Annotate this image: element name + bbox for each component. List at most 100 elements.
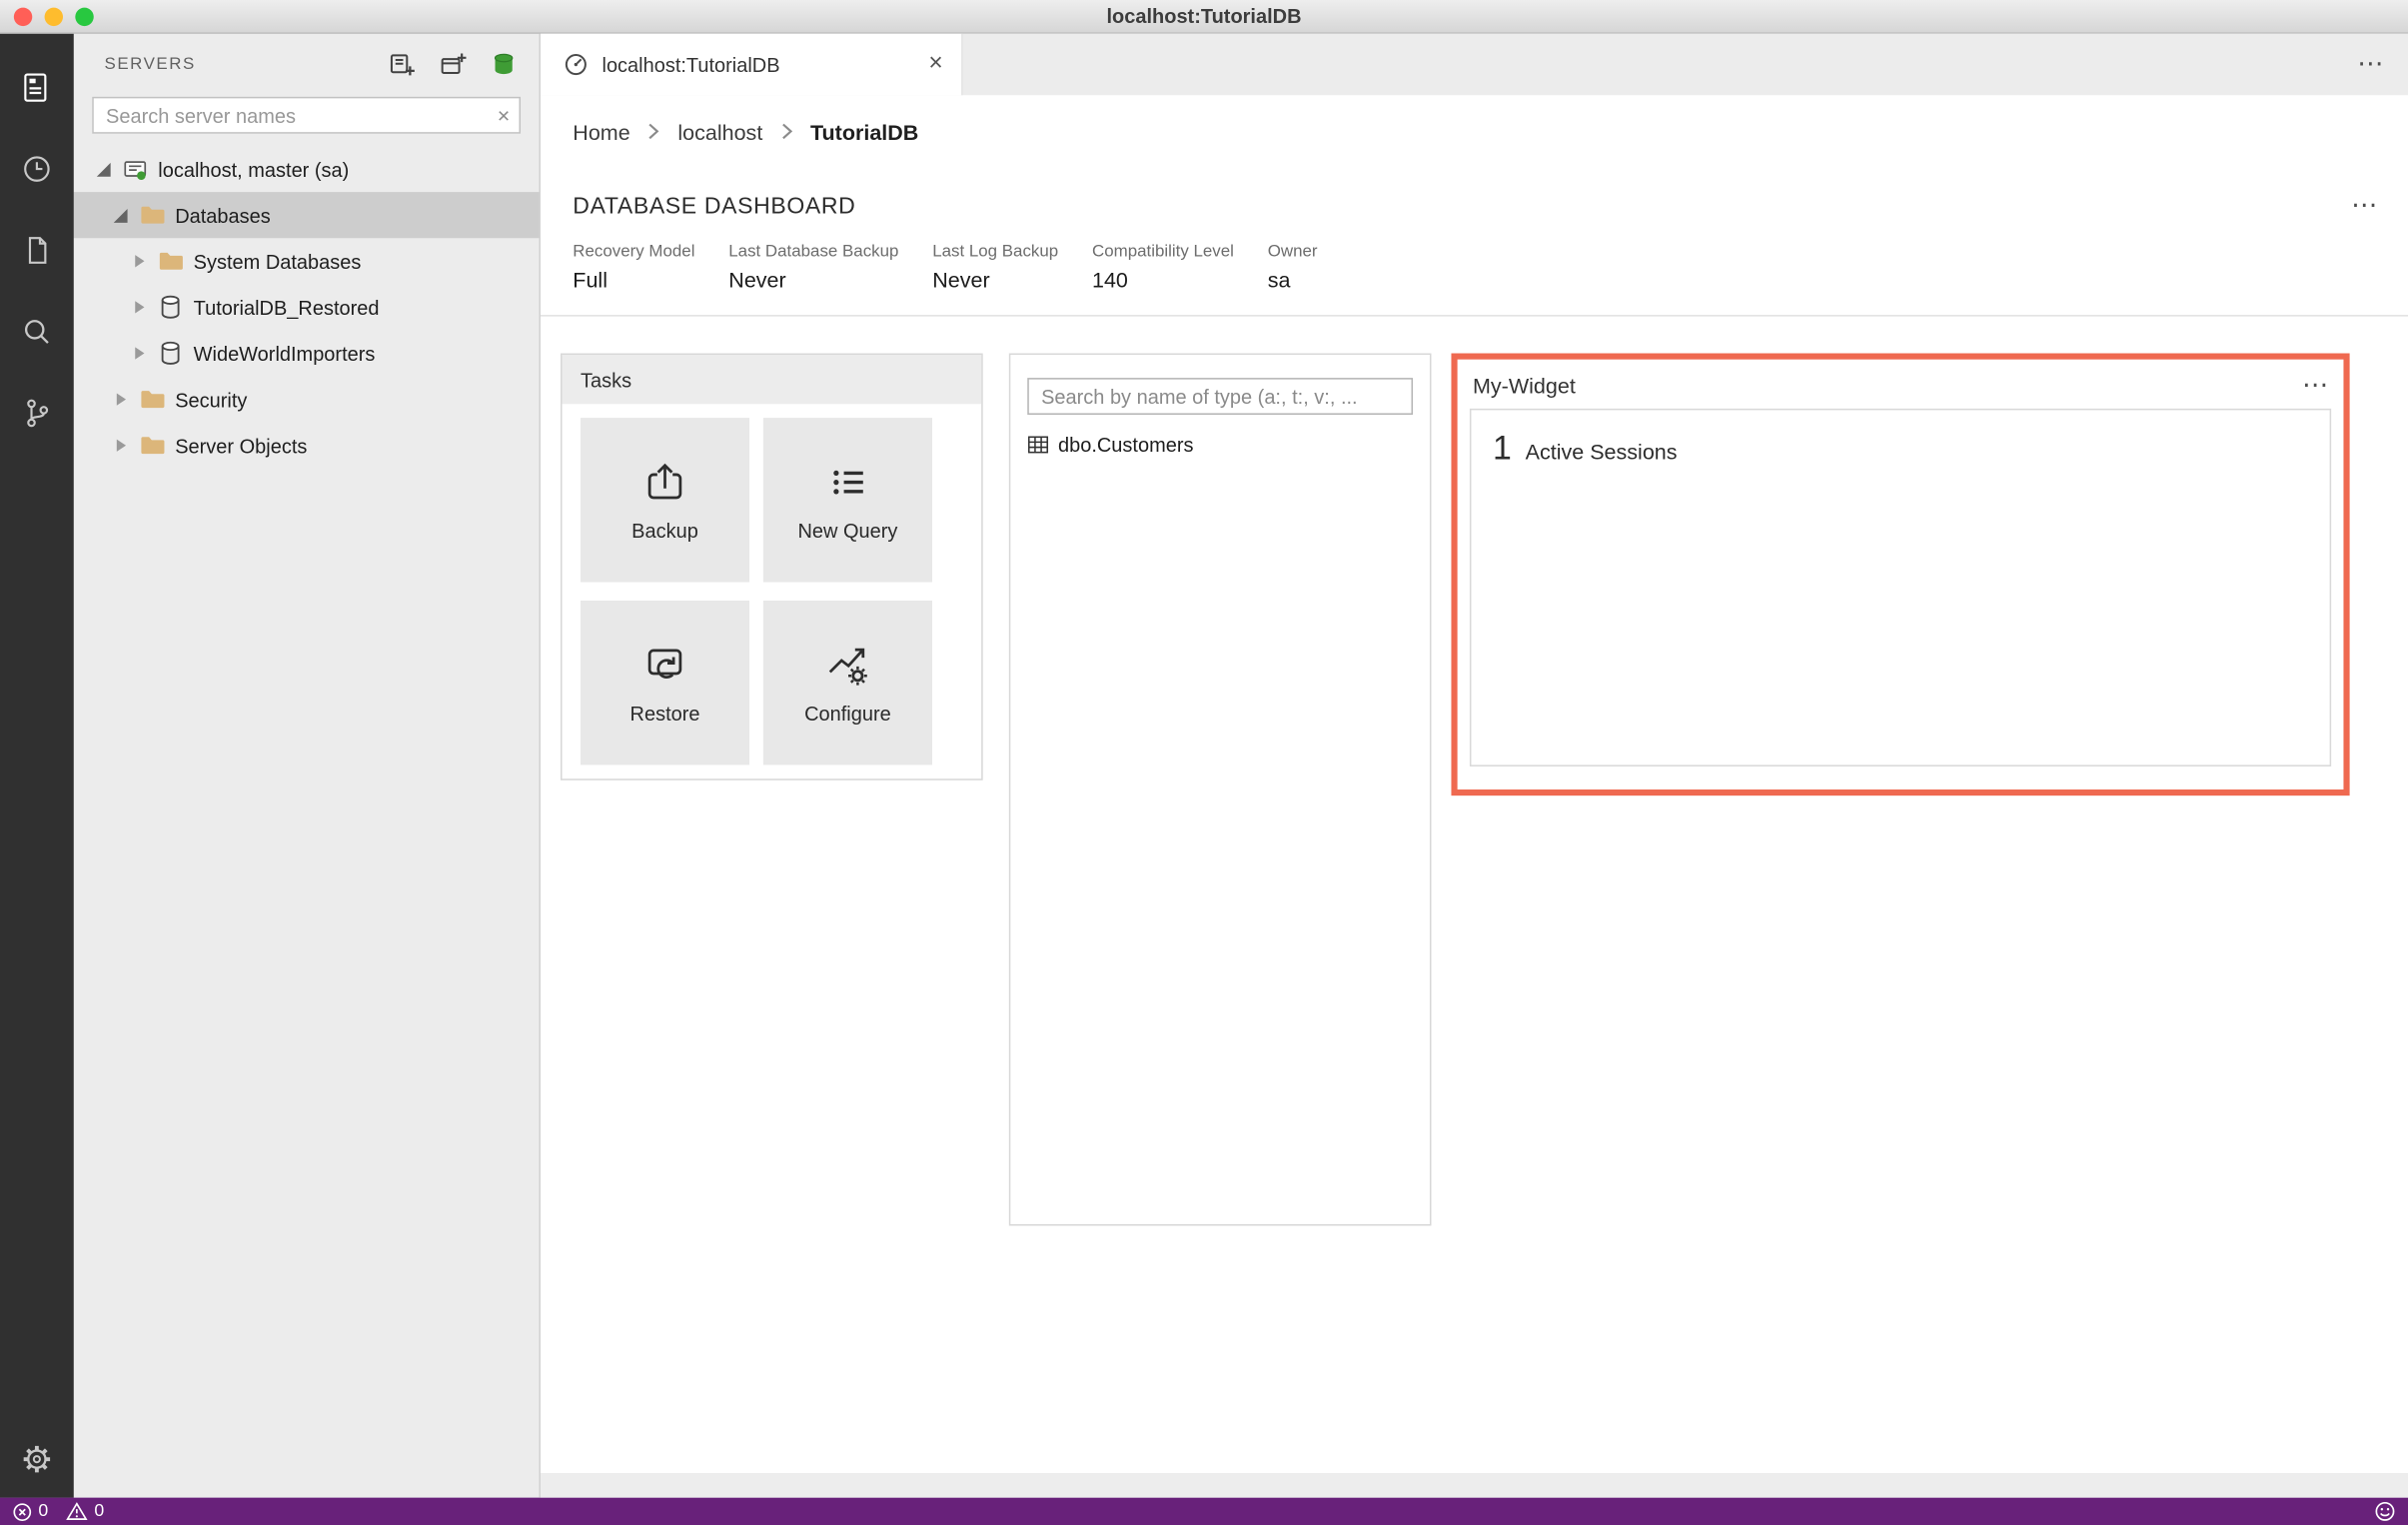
source-control-icon (27, 398, 49, 427)
active-sessions-count: 1 (1492, 428, 1512, 468)
window-title: localhost:TutorialDB (1106, 4, 1302, 28)
explorer-widget: dbo.Customers (1008, 353, 1432, 1226)
my-widget-more-button[interactable]: ⋯ (2302, 370, 2328, 401)
server-icon (121, 157, 149, 182)
folder-icon (138, 433, 166, 458)
sidebar-header: SERVERS (74, 34, 540, 95)
horizontal-scrollbar[interactable] (541, 1472, 2408, 1498)
tree-item-tutorialdb-restored[interactable]: TutorialDB_Restored (74, 284, 540, 330)
breadcrumb-home[interactable]: Home (573, 119, 629, 144)
editor-actions-button[interactable]: ⋯ (2357, 34, 2408, 95)
dashboard-body: Tasks Backup New Query Restore Configure… (541, 317, 2408, 1498)
servers-icon (24, 72, 47, 101)
sidebar-title: SERVERS (104, 55, 196, 74)
server-search-input[interactable] (92, 96, 522, 134)
warning-count: 0 (94, 1502, 105, 1521)
tree-item-label: Server Objects (175, 434, 308, 458)
activity-bar (0, 33, 74, 1498)
tab-localhost-tutorialdb[interactable]: localhost:TutorialDB × (541, 33, 963, 96)
breadcrumb-localhost[interactable]: localhost (677, 119, 762, 144)
window-controls (13, 7, 94, 27)
active-connections-icon (494, 53, 514, 75)
task-label: Configure (804, 702, 891, 726)
chevron-collapsed-icon[interactable] (131, 298, 151, 316)
chevron-collapsed-icon[interactable] (131, 252, 151, 270)
minimize-window-button[interactable] (44, 7, 64, 27)
dashboard-icon (565, 54, 587, 76)
source-control-activity-button[interactable] (0, 372, 74, 453)
search-icon (24, 319, 49, 344)
servers-activity-button[interactable] (0, 46, 74, 127)
breadcrumb: Home localhost TutorialDB (541, 95, 2408, 167)
task-history-icon (24, 155, 50, 182)
dashboard-title: DATABASE DASHBOARD (573, 192, 856, 220)
server-search: × (92, 96, 522, 134)
close-window-button[interactable] (13, 7, 33, 27)
chevron-expanded-icon[interactable] (95, 160, 115, 178)
error-count: 0 (38, 1502, 49, 1521)
zoom-window-button[interactable] (75, 7, 94, 27)
feedback-button[interactable] (2374, 1501, 2396, 1523)
my-widget-title: My-Widget (1472, 373, 1576, 399)
task-label: Backup (631, 519, 698, 543)
chevron-collapsed-icon[interactable] (112, 437, 132, 455)
problems-indicator[interactable]: 0 0 (12, 1501, 115, 1521)
tree-item-databases[interactable]: Databases (73, 192, 540, 239)
tree-item-label: localhost, master (sa) (158, 157, 350, 181)
tab-bar: localhost:TutorialDB × ⋯ (541, 33, 2408, 96)
new-server-group-button[interactable] (440, 51, 468, 79)
task-history-activity-button[interactable] (0, 128, 74, 209)
tab-label: localhost:TutorialDB (602, 53, 780, 77)
close-tab-icon[interactable]: × (928, 51, 942, 77)
error-icon (13, 1502, 32, 1521)
tree-item-label: System Databases (193, 249, 362, 273)
tree-item-localhost[interactable]: localhost, master (sa) (74, 146, 540, 192)
new-connection-icon (390, 54, 415, 76)
tree-item-label: TutorialDB_Restored (193, 295, 380, 319)
object-search-input[interactable] (1027, 378, 1414, 415)
settings-gear-icon (23, 1445, 51, 1473)
documents-activity-button[interactable] (0, 209, 74, 290)
restore-button[interactable]: Restore (580, 600, 750, 765)
tree-item-wideworldimporters[interactable]: WideWorldImporters (74, 330, 540, 376)
folder-icon (157, 249, 185, 274)
search-activity-button[interactable] (0, 290, 74, 371)
active-connections-button[interactable] (490, 51, 518, 79)
task-label: Restore (629, 702, 700, 726)
dashboard-header: DATABASE DASHBOARD ⋯ Recovery Model Full… (541, 168, 2408, 317)
task-label: New Query (797, 519, 898, 543)
breadcrumb-tutorialdb[interactable]: TutorialDB (810, 119, 918, 144)
chevron-collapsed-icon[interactable] (131, 344, 151, 362)
chevron-right-icon (781, 123, 792, 140)
servers-sidebar: SERVERS Search server names × localhost,… (73, 33, 542, 1498)
my-widget-content: 1 Active Sessions (1469, 408, 2332, 766)
dashboard-more-button[interactable]: ⋯ (2351, 191, 2383, 222)
chevron-collapsed-icon[interactable] (112, 390, 132, 408)
app-window: localhost:TutorialDB SERVERS Search serv… (0, 0, 2408, 1525)
restore-icon (647, 649, 682, 680)
folder-icon (138, 387, 166, 412)
tree-item-system-databases[interactable]: System Databases (74, 238, 540, 284)
documents-icon (28, 236, 47, 264)
tree-item-server-objects[interactable]: Server Objects (74, 423, 540, 469)
property-owner: Owner sa (1267, 242, 1318, 293)
new-connection-button[interactable] (389, 51, 417, 79)
configure-button[interactable]: Configure (762, 600, 932, 765)
backup-button[interactable]: Backup (580, 418, 750, 583)
backup-icon (647, 463, 682, 500)
list-item-dbo-customers[interactable]: dbo.Customers (1027, 433, 1413, 456)
tree-item-security[interactable]: Security (74, 377, 540, 423)
new-query-button[interactable]: New Query (762, 418, 932, 583)
new-server-group-icon (441, 53, 467, 75)
editor-area: localhost:TutorialDB × ⋯ Home localhost … (541, 33, 2408, 1498)
new-query-icon (833, 470, 863, 495)
server-tree: localhost, master (sa) Databases System … (73, 146, 540, 1498)
database-properties: Recovery Model Full Last Database Backup… (573, 243, 2383, 315)
chevron-expanded-icon[interactable] (112, 206, 132, 224)
tasks-widget-title: Tasks (562, 355, 982, 405)
settings-button[interactable] (0, 1442, 74, 1476)
clear-search-icon[interactable]: × (498, 101, 511, 129)
tree-item-label: WideWorldImporters (193, 341, 376, 366)
database-icon (157, 341, 185, 366)
smiley-icon (2375, 1501, 2395, 1521)
